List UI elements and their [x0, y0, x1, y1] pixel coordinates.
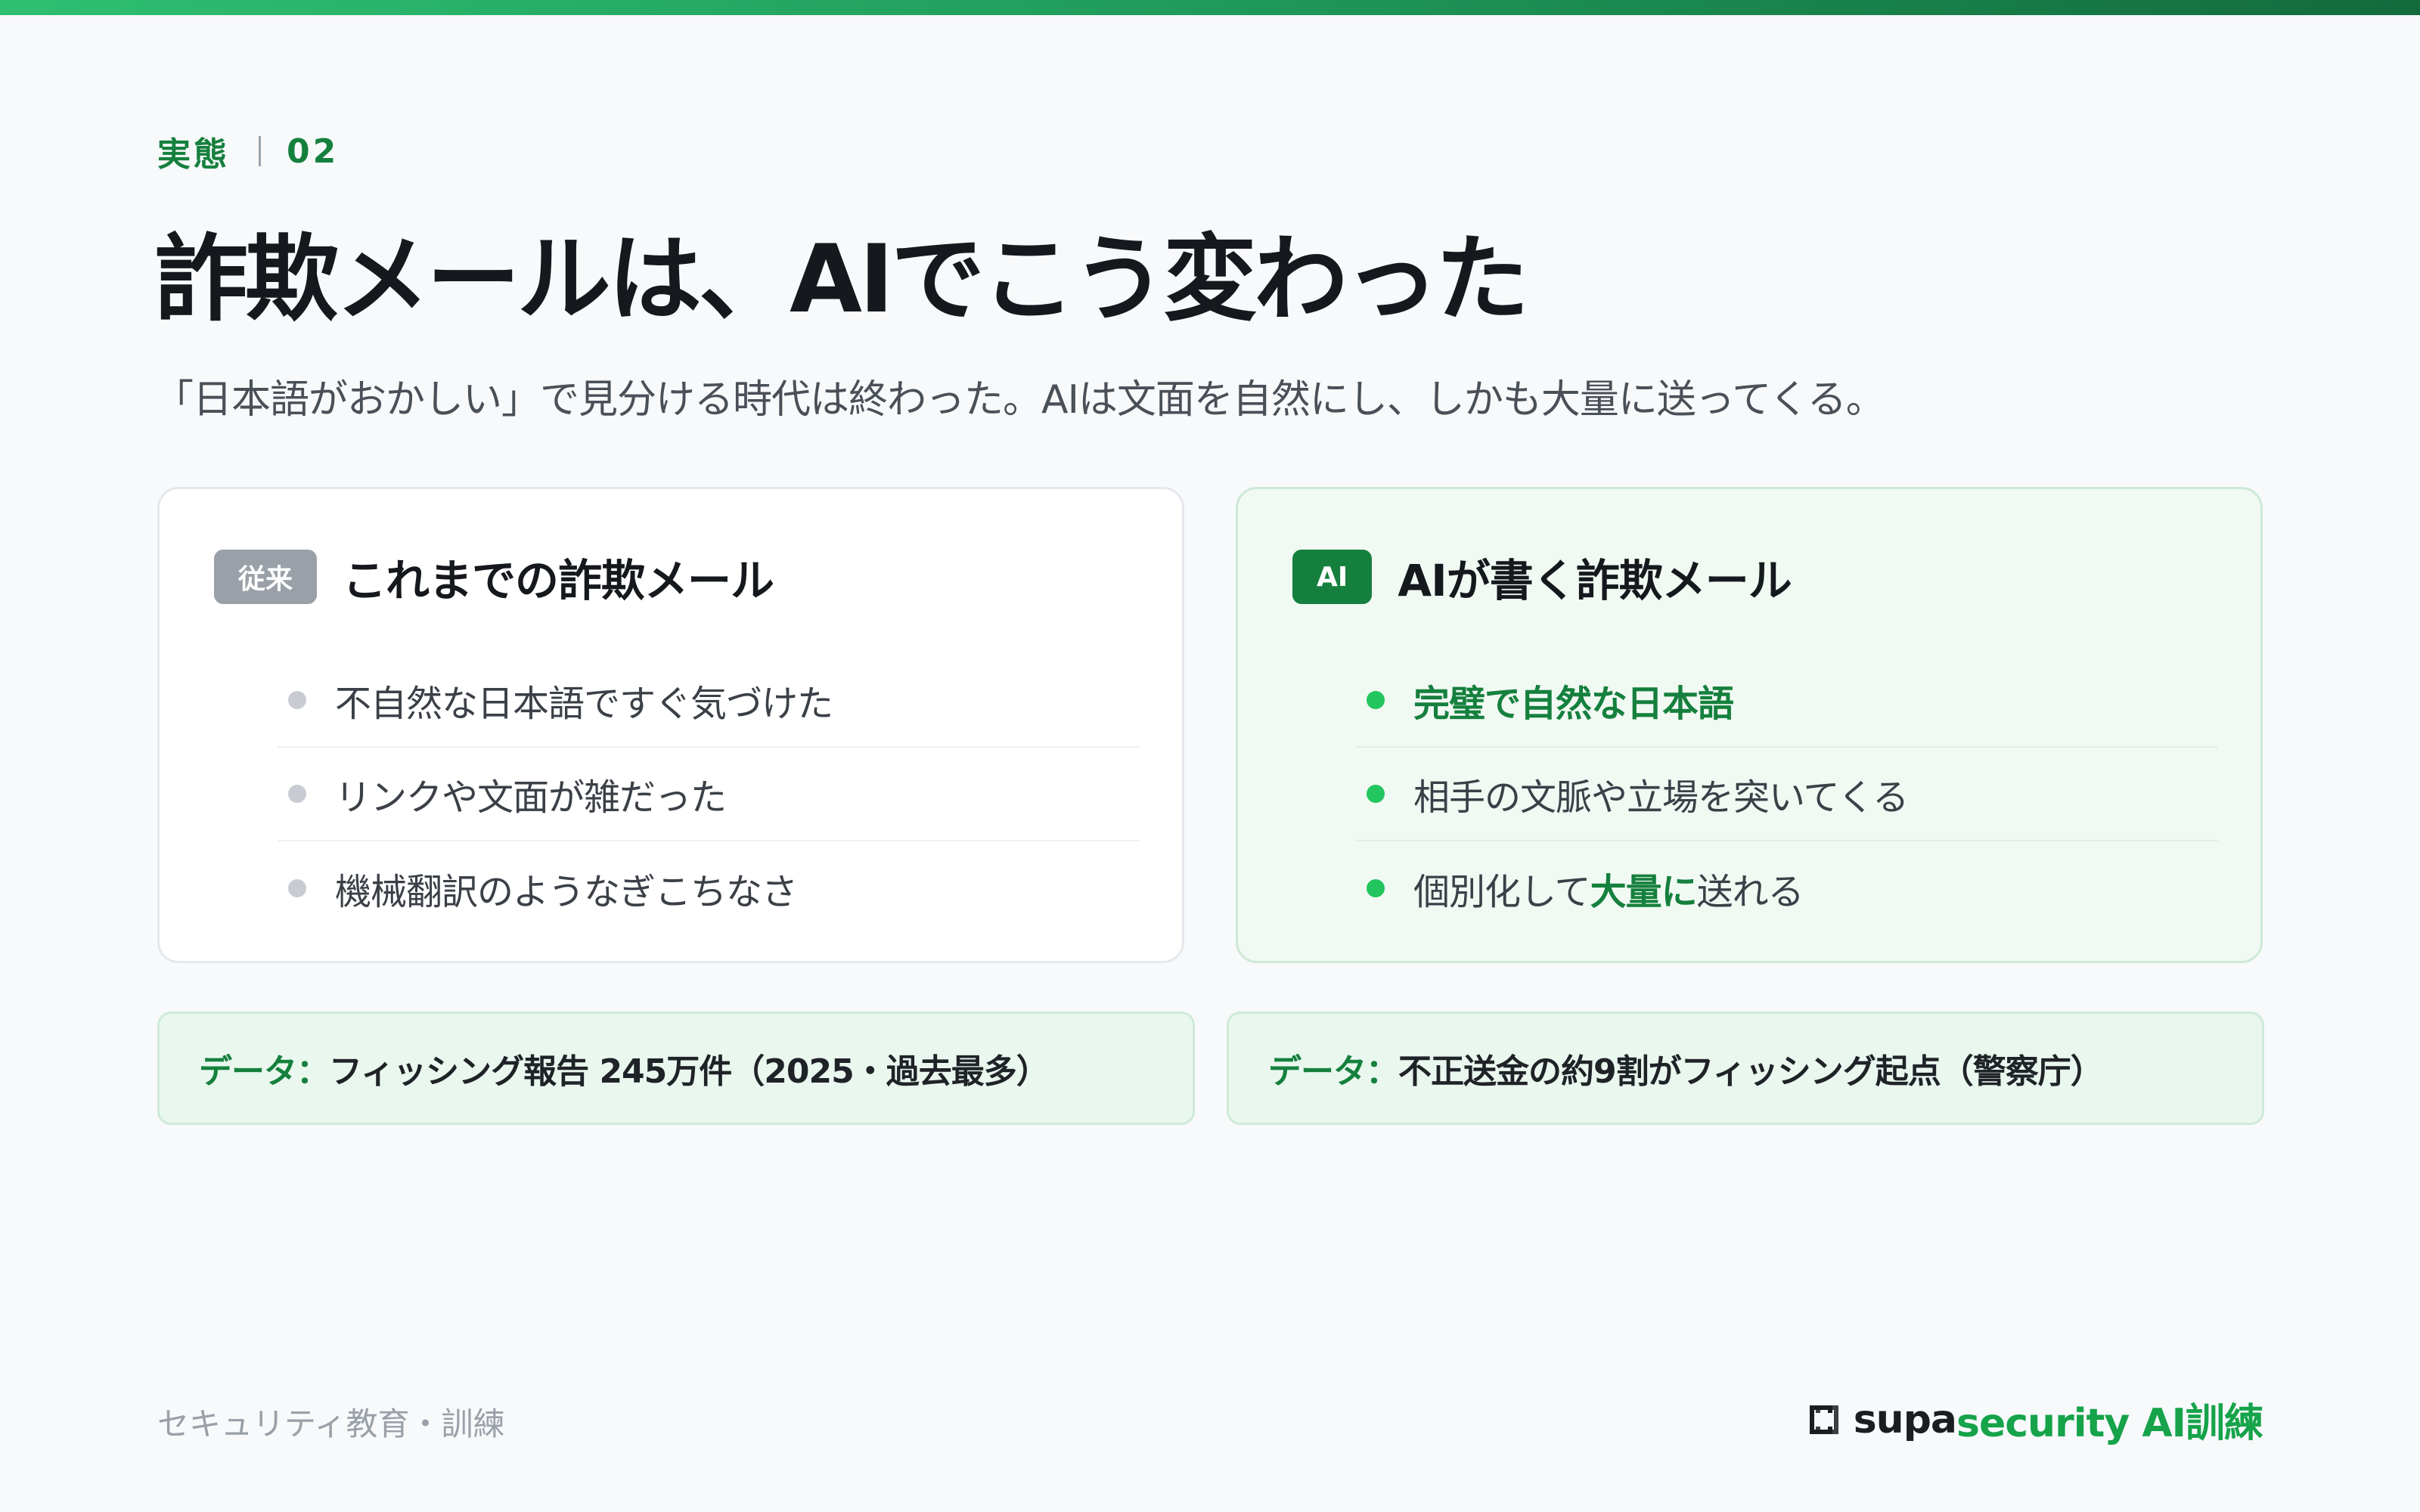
card-header: AI AIが書く詐欺メール	[1292, 545, 1792, 609]
bullet-dot-icon	[1367, 691, 1385, 709]
card-header: 従来 これまでの詐欺メール	[214, 545, 774, 609]
card-item-list: 完璧で自然な日本語 相手の文脈や立場を突いてくる 個別化して大量に送れる	[1356, 654, 2218, 935]
list-item: 不自然な日本語ですぐ気づけた	[278, 654, 1140, 748]
brand-name-part1: supa	[1853, 1396, 1957, 1442]
card-ai-phishing: AI AIが書く詐欺メール 完璧で自然な日本語 相手の文脈や立場を突いてくる 個…	[1236, 487, 2263, 963]
list-item-text: 機械翻訳のようなぎこちなさ	[335, 871, 798, 913]
bullet-dot-icon	[1367, 879, 1385, 897]
list-item-highlight: 大量に	[1590, 871, 1698, 913]
brand-name-part2: security AI訓練	[1956, 1401, 2263, 1446]
section-number: 02	[287, 132, 340, 171]
card-title: AIが書く詐欺メール	[1398, 555, 1792, 606]
section-label: 実態	[157, 135, 230, 174]
list-item-text: 相手の文脈や立場を突いてくる	[1413, 776, 1909, 819]
data-note-reports: データ： フィッシング報告 245万件（2025・過去最多）	[157, 1012, 1195, 1125]
list-item-text: 個別化して大量に送れる	[1413, 862, 1804, 915]
list-item: 機械翻訳のようなぎこちなさ	[278, 841, 1140, 935]
bullet-dot-icon	[1367, 785, 1385, 803]
page-subtitle: 「日本語がおかしい」で見分ける時代は終わった。AIは文面を自然にし、しかも大量に…	[154, 377, 1885, 423]
list-item-text: 不自然な日本語ですぐ気づけた	[335, 683, 833, 725]
card-title: これまでの詐欺メール	[343, 555, 774, 606]
list-item: 個別化して大量に送れる	[1356, 841, 2218, 935]
list-item: 完璧で自然な日本語	[1356, 654, 2218, 748]
brand-logo-icon	[1809, 1405, 1838, 1434]
list-item-text-post: 送れる	[1696, 871, 1804, 913]
data-note-label: データ：	[199, 1052, 330, 1091]
list-item-text: リンクや文面が雑だった	[335, 776, 727, 819]
data-note-text: フィッシング報告 245万件（2025・過去最多）	[329, 1052, 1050, 1091]
eyebrow-divider	[259, 136, 261, 166]
data-note-label: データ：	[1268, 1052, 1399, 1091]
data-note-text: 不正送金の約9割がフィッシング起点（警察庁）	[1398, 1052, 2104, 1091]
card-conventional-phishing: 従来 これまでの詐欺メール 不自然な日本語ですぐ気づけた リンクや文面が雑だった…	[157, 487, 1184, 963]
card-item-list: 不自然な日本語ですぐ気づけた リンクや文面が雑だった 機械翻訳のようなぎこちなさ	[278, 654, 1140, 935]
bullet-dot-icon	[288, 785, 306, 803]
list-item: リンクや文面が雑だった	[278, 748, 1140, 841]
badge-ai: AI	[1292, 550, 1373, 604]
page-title: 詐欺メールは、AIでこう変わった	[154, 225, 1529, 334]
data-note-fraud: データ： 不正送金の約9割がフィッシング起点（警察庁）	[1227, 1012, 2264, 1125]
top-accent-bar	[0, 0, 2420, 15]
badge-conventional: 従来	[214, 550, 318, 604]
list-item-text: 完璧で自然な日本語	[1413, 683, 1734, 725]
footer-caption: セキュリティ教育・訓練	[157, 1405, 505, 1442]
brand-logo: supa security AI訓練	[1807, 1391, 2263, 1448]
section-eyebrow: 実態 02	[157, 127, 339, 175]
list-item-text-pre: 個別化して	[1413, 871, 1591, 913]
bullet-dot-icon	[288, 879, 306, 897]
list-item: 相手の文脈や立場を突いてくる	[1356, 748, 2218, 841]
bullet-dot-icon	[288, 691, 306, 709]
